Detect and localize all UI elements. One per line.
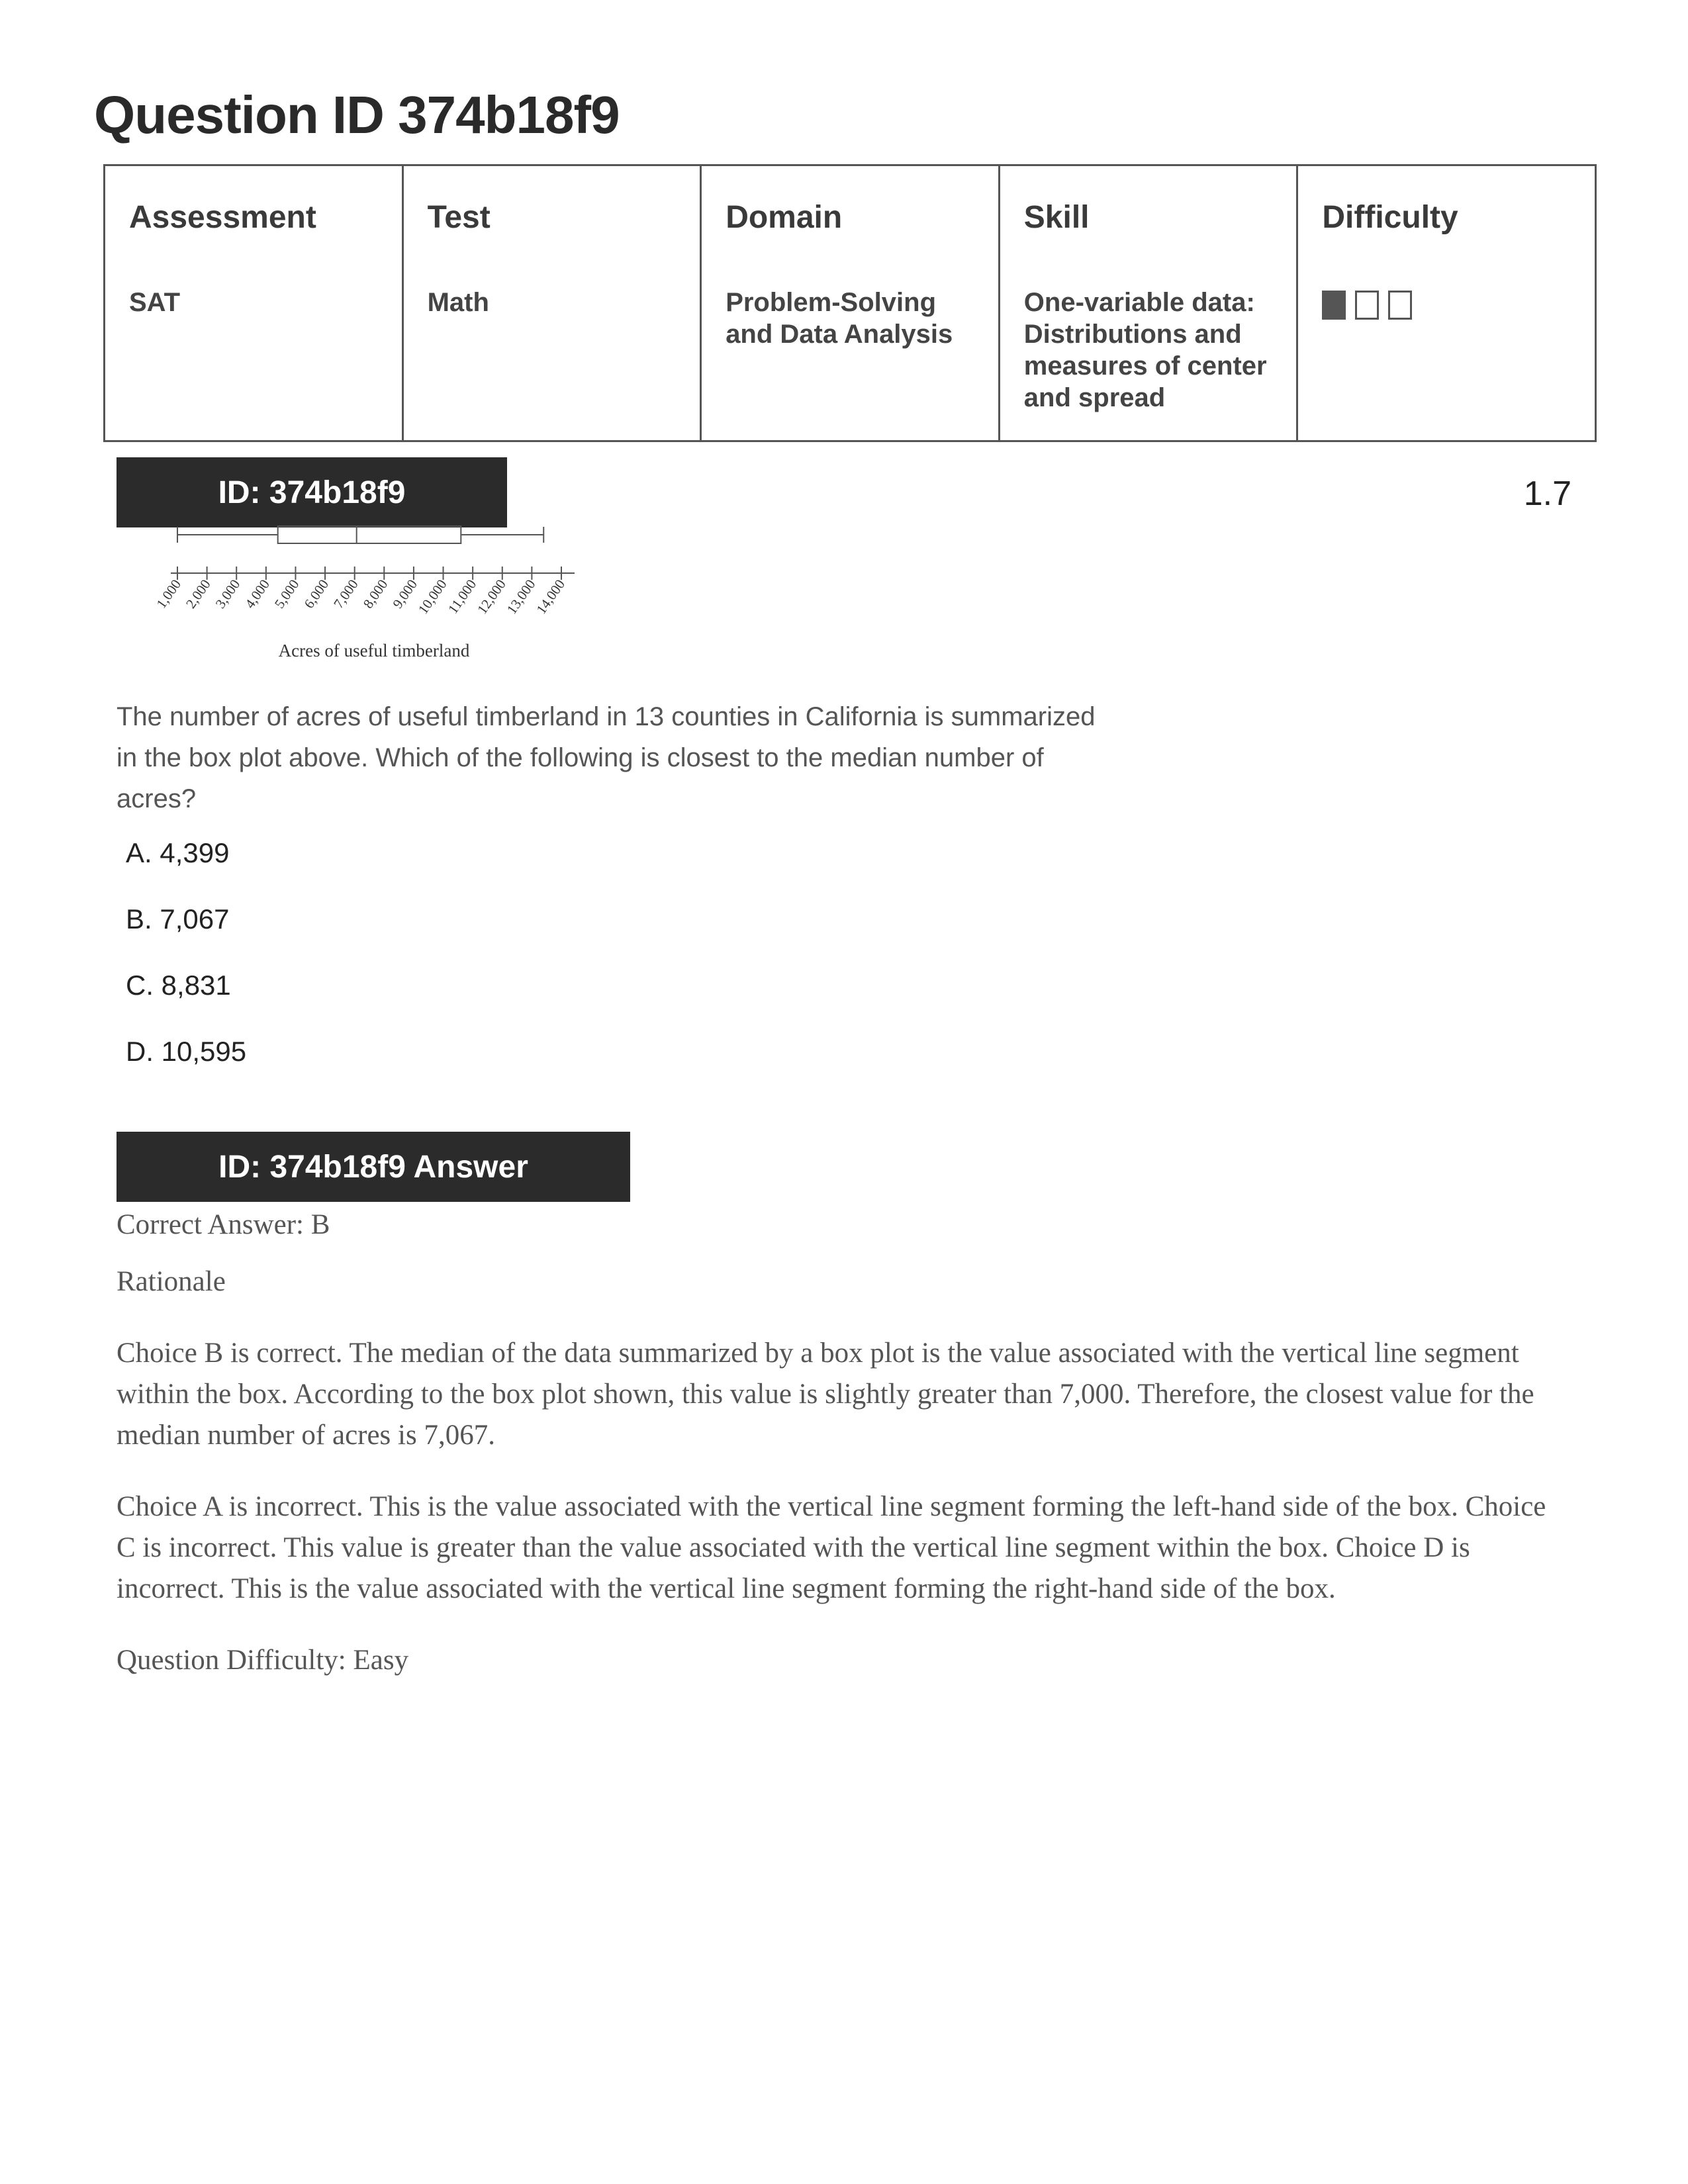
rationale-label: Rationale	[117, 1266, 226, 1297]
difficulty-box-empty	[1355, 291, 1380, 320]
difficulty-indicator	[1322, 291, 1571, 320]
x-tick-label: 13,000	[504, 576, 539, 617]
x-axis-label: Acres of useful timberland	[279, 641, 470, 660]
assessment-value: SAT	[129, 288, 181, 317]
difficulty-column: Difficulty	[1298, 166, 1595, 440]
skill-column: Skill One-variable data: Distributions a…	[1000, 166, 1299, 440]
correct-answer: Correct Answer: B	[117, 1209, 330, 1240]
test-column: Test Math	[404, 166, 702, 440]
x-tick-label: 1,000	[153, 576, 184, 611]
difficulty-box-empty	[1388, 291, 1413, 320]
assessment-header: Assessment	[129, 200, 316, 235]
domain-header: Domain	[726, 200, 843, 235]
x-tick-label: 11,000	[445, 576, 479, 616]
question-text: The number of acres of useful timberland…	[117, 702, 1096, 813]
difficulty-box-filled	[1322, 291, 1346, 320]
score-value: 1.7	[1523, 475, 1571, 513]
x-tick-label: 14,000	[533, 576, 568, 617]
domain-column: Domain Problem-Solving and Data Analysis	[702, 166, 1000, 440]
metadata-table: Assessment SAT Test Math Domain Problem-…	[103, 164, 1597, 442]
test-value: Math	[427, 288, 489, 317]
rationale-paragraph-2: Choice A is incorrect. This is the value…	[117, 1491, 1546, 1604]
choice-d[interactable]: D. 10,595	[126, 1036, 246, 1102]
box-plot-figure: 1,0002,0003,0004,0005,0006,0007,0008,000…	[153, 525, 575, 660]
assessment-column: Assessment SAT	[105, 166, 404, 440]
x-tick-label: 4,000	[242, 576, 273, 611]
test-header: Test	[427, 200, 491, 235]
question-difficulty: Question Difficulty: Easy	[117, 1645, 409, 1676]
skill-value: One-variable data: Distributions and mea…	[1023, 288, 1267, 412]
answer-explanation: Correct Answer: B Rationale Choice B is …	[117, 1205, 1546, 1711]
x-tick-label: 12,000	[474, 576, 509, 617]
x-tick-label: 5,000	[271, 576, 303, 611]
rationale-paragraph-1: Choice B is correct. The median of the d…	[117, 1338, 1534, 1451]
answer-choices: A. 4,399 B. 7,067 C. 8,831 D. 10,595	[126, 837, 246, 1102]
x-tick-label: 10,000	[415, 576, 450, 617]
box-q1-q3	[277, 525, 462, 544]
skill-header: Skill	[1023, 200, 1090, 235]
choice-a[interactable]: A. 4,399	[126, 837, 246, 903]
choice-b[interactable]: B. 7,067	[126, 903, 246, 970]
x-tick-label: 3,000	[212, 576, 244, 611]
difficulty-header: Difficulty	[1322, 200, 1458, 235]
page-title: Question ID 374b18f9	[94, 85, 620, 144]
choice-c[interactable]: C. 8,831	[126, 970, 246, 1036]
x-tick-label: 2,000	[183, 576, 214, 611]
domain-value: Problem-Solving and Data Analysis	[726, 288, 953, 349]
x-tick-label: 7,000	[330, 576, 361, 611]
x-tick-label: 6,000	[301, 576, 332, 611]
answer-id-banner: ID: 374b18f9 Answer	[117, 1132, 630, 1202]
x-tick-label: 8,000	[360, 576, 391, 611]
